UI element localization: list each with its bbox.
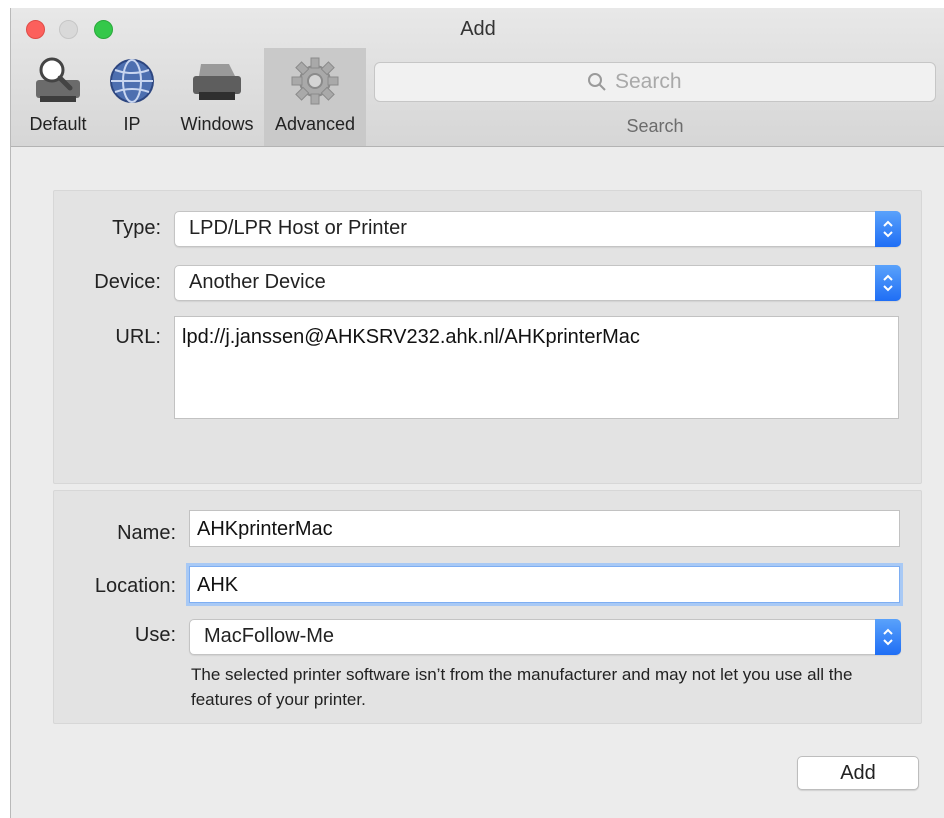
type-label: Type: bbox=[112, 217, 161, 239]
toolbar-windows[interactable]: Windows bbox=[171, 48, 263, 146]
name-value: AHKprinterMac bbox=[197, 518, 333, 540]
toolbar-default[interactable]: Default bbox=[19, 48, 97, 146]
printer-icon bbox=[193, 64, 241, 100]
type-value: LPD/LPR Host or Printer bbox=[189, 217, 407, 239]
location-label: Location: bbox=[94, 575, 176, 597]
search-input[interactable] bbox=[613, 67, 917, 97]
device-popup[interactable]: Another Device bbox=[174, 265, 901, 301]
use-popup[interactable]: MacFollow-Me bbox=[189, 619, 901, 655]
toolbar-default-label: Default bbox=[29, 114, 87, 134]
search-icon bbox=[588, 73, 606, 91]
use-stepper bbox=[875, 619, 901, 655]
url-label: URL: bbox=[115, 326, 161, 348]
location-value: AHK bbox=[197, 574, 239, 596]
search-caption: Search bbox=[626, 116, 684, 136]
type-popup[interactable]: LPD/LPR Host or Printer bbox=[174, 211, 901, 247]
globe-icon bbox=[110, 59, 154, 103]
name-field[interactable]: AHKprinterMac bbox=[189, 510, 900, 547]
chevron-updown-icon bbox=[883, 628, 893, 646]
toolbar-advanced[interactable]: Advanced bbox=[264, 48, 366, 146]
search-field[interactable] bbox=[374, 62, 936, 102]
chevron-updown-icon bbox=[883, 220, 893, 238]
use-value: MacFollow-Me bbox=[204, 625, 335, 647]
toolbar-advanced-label: Advanced bbox=[274, 114, 356, 134]
printer-magnifier-icon bbox=[36, 57, 80, 102]
add-printer-window: Add Default IP Windows Advanced Search S… bbox=[10, 8, 944, 818]
toolbar-ip[interactable]: IP bbox=[101, 48, 163, 146]
device-value: Another Device bbox=[189, 271, 326, 293]
driver-warning-note: The selected printer software isn’t from… bbox=[191, 665, 853, 709]
url-value: lpd://j.janssen@AHKSRV232.ahk.nl/AHKprin… bbox=[182, 326, 640, 348]
url-field[interactable]: lpd://j.janssen@AHKSRV232.ahk.nl/AHKprin… bbox=[174, 316, 899, 419]
gear-icon bbox=[291, 57, 339, 105]
chevron-updown-icon bbox=[883, 274, 893, 292]
device-stepper bbox=[875, 265, 901, 301]
type-stepper bbox=[875, 211, 901, 247]
toolbar-windows-label: Windows bbox=[180, 114, 254, 134]
window-title: Add bbox=[460, 18, 496, 40]
use-label: Use: bbox=[134, 624, 176, 646]
titlebar-toolbar: Add Default IP Windows Advanced Search S… bbox=[11, 8, 944, 147]
toolbar-ip-label: IP bbox=[123, 114, 141, 134]
device-label: Device: bbox=[94, 271, 161, 293]
add-button[interactable]: Add bbox=[797, 756, 919, 790]
name-label: Name: bbox=[117, 522, 176, 544]
location-field[interactable]: AHK bbox=[189, 566, 900, 603]
